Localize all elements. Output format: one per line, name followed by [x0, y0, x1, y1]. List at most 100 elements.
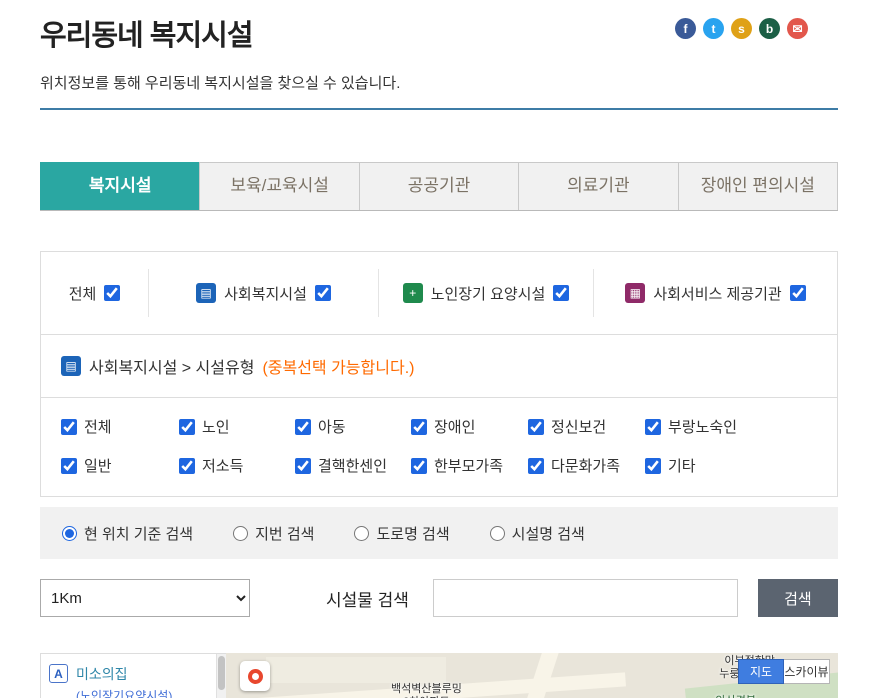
mode-road-name-radio[interactable]: [354, 525, 370, 541]
page-subtitle: 위치정보를 통해 우리동네 복지시설을 찾으실 수 있습니다.: [40, 75, 401, 92]
result-scrollbar-thumb[interactable]: [218, 656, 225, 690]
facility-tabs: 복지시설 보육/교육시설 공공기관 의료기관 장애인 편의시설: [40, 162, 839, 211]
subtype-homeless: 부랑노숙인: [645, 416, 817, 437]
filter-social-service: ▦ 사회서비스 제공기관: [594, 269, 837, 317]
filter-social-service-checkbox[interactable]: [789, 285, 806, 301]
subtype-mental-health-checkbox[interactable]: [528, 418, 544, 435]
map-label-apartment: 백석벽산블루밍 2차아파트: [391, 683, 462, 698]
subtype-single-parent-checkbox[interactable]: [411, 457, 427, 474]
tab-disabled-amenities[interactable]: 장애인 편의시설: [677, 162, 839, 210]
kakaostory-icon[interactable]: s: [731, 18, 752, 39]
mode-lot-number: 지번 검색: [233, 523, 314, 544]
mode-road-name-label: 도로명 검색: [376, 525, 450, 543]
subtype-all-checkbox[interactable]: [61, 418, 77, 435]
filter-welfare-label: 사회복지시설: [224, 285, 307, 303]
mode-road-name: 도로명 검색: [354, 523, 450, 544]
welfare-facility-icon: ▤: [196, 283, 217, 303]
results-map-section: A 미소의집 (노인장기요양시설) 이부절한망 누룽지삼계탕: [40, 653, 838, 698]
subtype-low-income-checkbox[interactable]: [179, 457, 195, 474]
subtype-single-parent-label: 한부모가족: [434, 458, 504, 475]
mode-current-location: 현 위치 기준 검색: [62, 523, 193, 544]
tab-medical-institution[interactable]: 의료기관: [518, 162, 679, 210]
search-row: 1Km 시설물 검색 검색: [40, 579, 838, 617]
subtype-heading: ▤ 사회복지시설 > 시설유형 (중복선택 가능합니다.): [41, 334, 837, 398]
subtype-other-label: 기타: [668, 458, 696, 475]
tab-welfare-facility[interactable]: 복지시설: [40, 162, 201, 210]
subtype-elderly: 노인: [179, 416, 295, 437]
skyview-button[interactable]: 스카이뷰: [784, 659, 830, 684]
elder-care-icon: +: [402, 283, 423, 303]
subtype-all: 전체: [61, 416, 179, 437]
current-location-icon: [247, 668, 263, 684]
email-icon[interactable]: ✉: [787, 18, 808, 39]
result-name[interactable]: 미소의집: [76, 664, 172, 684]
result-list-panel: A 미소의집 (노인장기요양시설): [40, 653, 226, 698]
subtype-homeless-checkbox[interactable]: [645, 418, 661, 435]
subtype-children-checkbox[interactable]: [295, 418, 311, 435]
subtype-multicultural: 다문화가족: [528, 455, 645, 476]
distance-select[interactable]: 1Km: [40, 579, 250, 617]
filter-elder-care-checkbox[interactable]: [553, 285, 570, 301]
subtype-low-income: 저소득: [179, 455, 295, 476]
filter-box: 전체 ▤ 사회복지시설 + 노인장기 요양시설 ▦ 사회서비스 제공기관 ▤ 사…: [40, 251, 838, 497]
map-view-button[interactable]: 지도: [738, 659, 784, 684]
facility-search-label: 시설물 검색: [326, 590, 409, 610]
facility-search-input[interactable]: [432, 579, 738, 617]
facebook-icon[interactable]: f: [675, 18, 696, 39]
map-view-controls: 지도 스카이뷰: [738, 659, 830, 684]
subtype-mental-health-label: 정신보건: [551, 419, 607, 436]
subtype-multicultural-label: 다문화가족: [551, 458, 621, 475]
subtype-single-parent: 한부모가족: [411, 455, 528, 476]
filter-all-checkbox[interactable]: [104, 285, 121, 301]
twitter-icon[interactable]: t: [703, 18, 724, 39]
subtype-heading-note: (중복선택 가능합니다.): [262, 360, 415, 377]
subtype-homeless-label: 부랑노숙인: [668, 419, 738, 436]
subtype-disabled-checkbox[interactable]: [411, 418, 427, 435]
mode-facility-name-radio[interactable]: [489, 525, 505, 541]
map-canvas[interactable]: 이부절한망 누룽지삼계탕 백석벽산블루밍 2차아파트 안산경북 지도 스카이뷰 …: [226, 653, 838, 698]
social-service-icon: ▦: [625, 283, 646, 303]
subtype-disabled: 장애인: [411, 416, 528, 437]
filter-social-service-label: 사회서비스 제공기관: [653, 285, 782, 303]
result-scrollbar[interactable]: [216, 654, 226, 698]
mode-facility-name-label: 시설명 검색: [511, 525, 585, 543]
filter-all: 전체: [41, 269, 149, 317]
result-list: A 미소의집 (노인장기요양시설): [41, 654, 216, 698]
subtype-checkbox-grid: 전체 노인 아동 장애인 정신보건 부랑노숙인 일반 저소득 결핵한센인 한부모…: [41, 398, 837, 496]
map-block: [266, 657, 446, 683]
social-share-bar: f t s b ✉: [675, 18, 808, 39]
subtype-elderly-label: 노인: [202, 419, 230, 436]
search-mode-bar: 현 위치 기준 검색 지번 검색 도로명 검색 시설명 검색: [40, 507, 838, 559]
mode-current-location-radio[interactable]: [62, 525, 77, 541]
subtype-general-label: 일반: [84, 458, 112, 475]
tab-public-institution[interactable]: 공공기관: [358, 162, 520, 210]
subtype-general-checkbox[interactable]: [61, 457, 77, 474]
subtype-disabled-label: 장애인: [434, 419, 476, 436]
subtype-children-label: 아동: [318, 419, 346, 436]
filter-all-label: 전체: [68, 285, 97, 303]
filter-elder-care-label: 노인장기 요양시설: [430, 285, 546, 303]
subtype-other: 기타: [645, 455, 817, 476]
header-divider: [40, 108, 838, 110]
mode-current-location-label: 현 위치 기준 검색: [84, 525, 194, 543]
tab-childcare-education[interactable]: 보육/교육시설: [199, 162, 360, 210]
result-type: (노인장기요양시설): [76, 689, 173, 698]
subtype-general: 일반: [61, 455, 179, 476]
marker-a-badge: A: [49, 664, 68, 683]
mode-lot-number-radio[interactable]: [233, 525, 249, 541]
band-icon[interactable]: b: [759, 18, 780, 39]
subtype-heading-text: 사회복지시설 > 시설유형: [89, 360, 255, 377]
subtype-tb-hansen-label: 결핵한센인: [318, 458, 388, 475]
filter-welfare-facility: ▤ 사회복지시설: [149, 269, 379, 317]
subtype-all-label: 전체: [84, 419, 112, 436]
subtype-mental-health: 정신보건: [528, 416, 645, 437]
subtype-multicultural-checkbox[interactable]: [528, 457, 544, 474]
category-filter-row: 전체 ▤ 사회복지시설 + 노인장기 요양시설 ▦ 사회서비스 제공기관: [41, 252, 837, 334]
search-button[interactable]: 검색: [757, 579, 838, 617]
current-location-button[interactable]: [240, 661, 270, 691]
result-item[interactable]: A 미소의집 (노인장기요양시설): [49, 664, 208, 698]
filter-welfare-checkbox[interactable]: [314, 285, 331, 301]
subtype-elderly-checkbox[interactable]: [179, 418, 195, 435]
subtype-tb-hansen-checkbox[interactable]: [295, 457, 311, 474]
subtype-other-checkbox[interactable]: [645, 457, 661, 474]
